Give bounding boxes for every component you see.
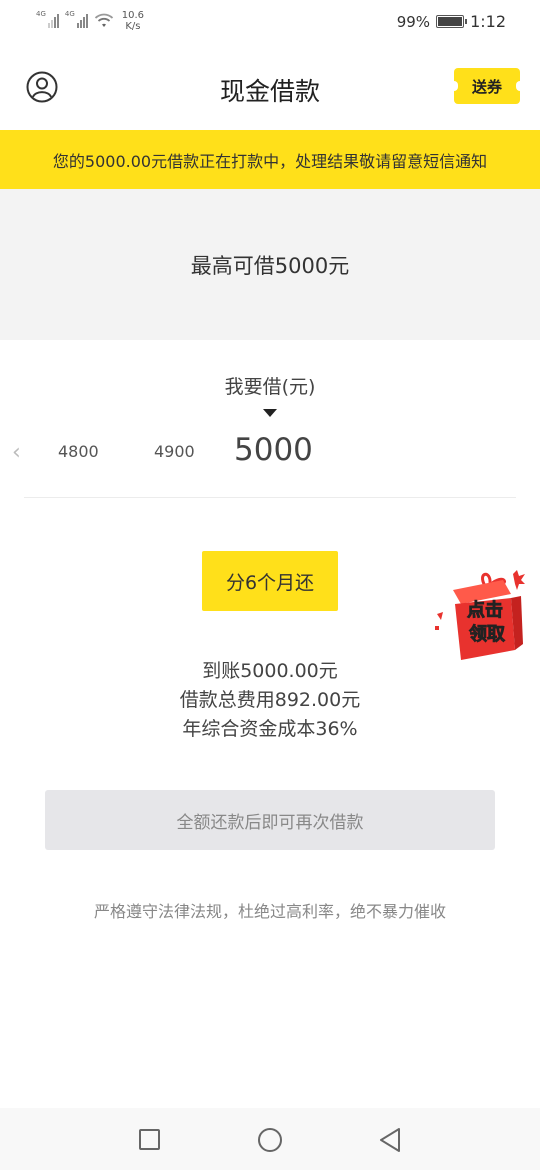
borrow-again-button: 全额还款后即可再次借款 — [45, 790, 495, 850]
app-header: 现金借款 送券 — [0, 46, 540, 130]
total-fee: 借款总费用892.00元 — [179, 689, 361, 711]
compliance-note: 严格遵守法律法规，杜绝过高利率，绝不暴力催收 — [93, 902, 446, 921]
promo-text-line1: 点击 — [467, 599, 503, 621]
net-speed-value: 10.6 — [121, 10, 145, 21]
promo-text-line2: 领取 — [469, 623, 506, 645]
status-bar: 4G 4G 10.6 K/s 99% 1:12 — [0, 0, 540, 46]
amount-picker-label: 我要借(元) — [224, 376, 316, 398]
home-icon[interactable] — [258, 1128, 282, 1152]
divider — [24, 497, 516, 498]
signal-icon: 4G — [36, 10, 59, 28]
back-icon[interactable] — [377, 1126, 403, 1154]
term-button[interactable]: 分6个月还 — [202, 551, 338, 611]
signal-label: 4G — [36, 10, 46, 18]
battery-fill — [438, 17, 462, 26]
arrival-amount: 到账5000.00元 — [202, 660, 338, 682]
chevron-left-icon[interactable]: ‹ — [12, 440, 21, 465]
clock: 1:12 — [470, 12, 506, 31]
battery-percent: 99% — [396, 12, 431, 31]
coupon-button[interactable]: 送券 — [450, 68, 524, 104]
signal-label: 4G — [64, 10, 75, 18]
battery-icon — [436, 15, 468, 28]
net-speed: 10.6 K/s — [122, 10, 144, 32]
system-nav-bar — [0, 1108, 540, 1170]
gift-box-icon[interactable]: 点击 领取 — [433, 568, 529, 664]
notice-text: 您的5000.00元借款正在打款中，处理结果敬请留意短信通知 — [52, 151, 488, 171]
amount-option[interactable]: 4800 — [58, 442, 99, 461]
status-right: 99% 1:12 — [397, 12, 506, 31]
picker-pointer-icon — [263, 409, 277, 417]
loan-summary: 到账5000.00元 借款总费用892.00元 年综合资金成本36% — [0, 657, 540, 744]
signal-icon: 4G — [65, 10, 88, 28]
recents-icon[interactable] — [139, 1129, 160, 1150]
max-amount-section: 最高可借5000元 — [0, 189, 540, 340]
amount-selected[interactable]: 5000 — [234, 432, 313, 468]
net-speed-unit: K/s — [125, 21, 141, 32]
wifi-icon — [94, 13, 113, 27]
notice-banner: 您的5000.00元借款正在打款中，处理结果敬请留意短信通知 — [0, 130, 540, 189]
amount-option[interactable]: 4900 — [154, 442, 195, 461]
status-left: 4G 4G 10.6 K/s — [36, 10, 144, 32]
annual-cost: 年综合资金成本36% — [182, 718, 358, 740]
max-amount-text: 最高可借5000元 — [190, 253, 350, 278]
